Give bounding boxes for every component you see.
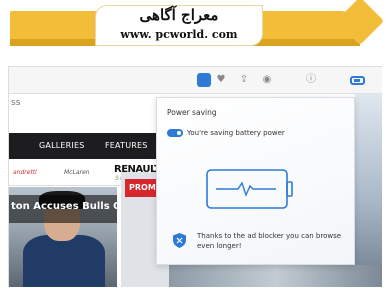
browser-screenshot: ♥ ⇪ ◉ ⓘ ss GALLERIES FEATURES andretti M… — [8, 66, 382, 287]
background-scenery — [355, 94, 382, 287]
battery-icon[interactable] — [350, 76, 365, 85]
banner-url: www. pcworld. com — [120, 28, 238, 41]
ad-blocker-message: Thanks to the ad blocker you can browse … — [197, 232, 342, 250]
flyout-title: Power saving — [167, 108, 217, 117]
browser-toolbar: ♥ ⇪ ◉ ⓘ — [9, 67, 382, 94]
nav-galleries[interactable]: GALLERIES — [39, 141, 85, 150]
site-navbar: GALLERIES FEATURES — [9, 133, 169, 159]
toggle-label: You're saving battery power — [187, 129, 285, 137]
nav-features[interactable]: FEATURES — [105, 141, 148, 150]
heart-icon[interactable]: ♥ — [215, 74, 227, 86]
ad-blocker-icon[interactable] — [197, 73, 211, 87]
logo-andretti[interactable]: andretti — [13, 169, 37, 176]
background-scenery-bottom — [169, 265, 382, 287]
share-icon[interactable]: ⇪ — [238, 74, 250, 86]
battery-heartbeat-icon — [206, 169, 293, 209]
driver-suit — [23, 235, 105, 287]
wallet-icon[interactable]: ◉ — [261, 74, 273, 86]
hero-caption[interactable]: ton Accuses Bulls Of... — [9, 195, 137, 223]
banner-title: معراج آگاهی — [139, 6, 219, 24]
header-banner: معراج آگاهی www. pcworld. com — [0, 0, 390, 54]
power-saving-flyout: Power saving You're saving battery power… — [156, 97, 355, 265]
address-fragment[interactable]: ss — [9, 94, 149, 114]
info-icon[interactable]: ⓘ — [305, 74, 317, 86]
power-saving-toggle[interactable] — [167, 129, 183, 137]
shield-icon — [173, 233, 186, 248]
logo-mclaren[interactable]: McLaren — [64, 169, 89, 176]
